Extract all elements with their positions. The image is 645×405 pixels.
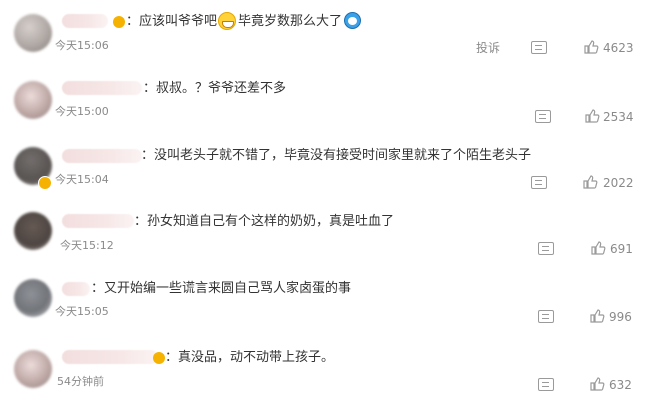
comment-item: ：叔叔。？爷爷还差不多 今天15:00 2534 [0, 68, 645, 132]
reply-icon[interactable] [531, 41, 547, 54]
username[interactable] [62, 149, 142, 163]
report-button[interactable]: 投诉 [476, 41, 500, 55]
comment-item: ：孙女知道自己有个这样的奶奶，真是吐血了 今天15:12 691 [0, 205, 645, 269]
username[interactable] [62, 14, 108, 28]
grin-emoji-icon [218, 12, 236, 30]
verified-badge-icon [38, 176, 52, 190]
reply-icon[interactable] [535, 110, 551, 123]
like-count: 691 [610, 242, 633, 256]
like-icon[interactable] [589, 376, 605, 392]
username[interactable] [62, 214, 134, 228]
like-count: 2022 [603, 176, 634, 190]
comment-text: 毕竟岁数那么大了 [238, 14, 343, 29]
comment-text: ：叔叔。？爷爷还差不多 [143, 81, 287, 96]
vip-heart-icon [153, 352, 165, 364]
comment-item: ：没叫老头子就不错了，毕竟没有接受时间家里就来了个陌生老头子 今天15:04 2… [0, 138, 645, 202]
like-icon[interactable] [583, 39, 599, 55]
comment-item: ：应该叫爷爷吧 毕竟岁数那么大了 今天15:06 投诉 4623 [0, 0, 645, 68]
like-icon[interactable] [584, 108, 600, 124]
like-icon[interactable] [590, 240, 606, 256]
timestamp: 今天15:05 [55, 305, 109, 318]
like-count: 4623 [603, 41, 634, 55]
comment-text: ：没叫老头子就不错了，毕竟没有接受时间家里就来了个陌生老头子 [141, 148, 532, 163]
timestamp: 今天15:00 [55, 105, 109, 118]
reply-icon[interactable] [538, 310, 554, 323]
doraemon-emoji-icon [344, 12, 361, 29]
avatar[interactable] [14, 350, 52, 388]
timestamp: 今天15:12 [60, 239, 114, 252]
avatar[interactable] [14, 279, 52, 317]
comment-text: ：孙女知道自己有个这样的奶奶，真是吐血了 [134, 214, 395, 229]
avatar[interactable] [14, 81, 52, 119]
timestamp: 今天15:06 [55, 39, 109, 52]
vip-heart-icon [113, 16, 125, 28]
like-icon[interactable] [582, 174, 598, 190]
reply-icon[interactable] [538, 378, 554, 391]
avatar[interactable] [14, 14, 52, 52]
like-icon[interactable] [589, 308, 605, 324]
like-count: 632 [609, 378, 632, 392]
username[interactable] [62, 350, 158, 364]
reply-icon[interactable] [531, 176, 547, 189]
like-count: 2534 [603, 110, 634, 124]
timestamp: 54分钟前 [57, 375, 104, 388]
comment-text: ：真没品，动不动带上孩子。 [165, 350, 335, 365]
avatar[interactable] [14, 212, 52, 250]
username[interactable] [62, 81, 142, 95]
comment-item: ：真没品，动不动带上孩子。 54分钟前 632 [0, 340, 645, 405]
username[interactable] [62, 282, 90, 296]
like-count: 996 [609, 310, 632, 324]
comment-text: ：应该叫爷爷吧 [126, 14, 218, 29]
comment-text: ：又开始编一些谎言来圆自己骂人家卤蛋的事 [91, 281, 352, 296]
timestamp: 今天15:04 [55, 173, 109, 186]
comment-item: ：又开始编一些谎言来圆自己骂人家卤蛋的事 今天15:05 996 [0, 272, 645, 336]
reply-icon[interactable] [538, 242, 554, 255]
